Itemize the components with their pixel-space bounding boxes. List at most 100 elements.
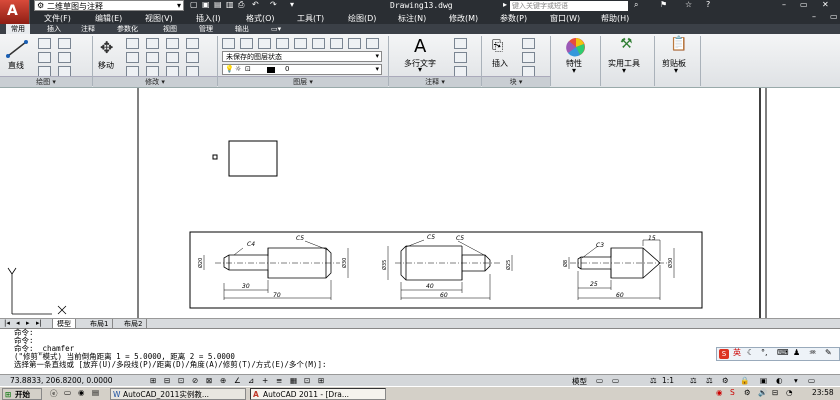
new-icon[interactable]: ▢ bbox=[190, 0, 198, 9]
tray-icon[interactable]: ◔ bbox=[786, 388, 793, 397]
layer-icon[interactable] bbox=[366, 38, 379, 49]
tab-parametric[interactable]: 参数化 bbox=[112, 24, 143, 34]
menu-tools[interactable]: 工具(T) bbox=[297, 13, 324, 24]
tab-insert[interactable]: 插入 bbox=[42, 24, 66, 34]
tab-nav-first-icon[interactable]: |◂ bbox=[4, 319, 10, 327]
layer-icon[interactable] bbox=[330, 38, 343, 49]
panel-modify[interactable]: 修改 ▾ bbox=[93, 76, 217, 87]
application-menu-button[interactable]: A bbox=[0, 0, 30, 24]
menu-help[interactable]: 帮助(H) bbox=[601, 13, 629, 24]
fillet-icon[interactable] bbox=[166, 52, 179, 63]
utilities-button[interactable]: ⚒ 实用工具 ▾ bbox=[604, 36, 650, 76]
drawing-canvas[interactable]: C4 C5 30 70 Ø20 Ø30 C5 C5 40 60 Ø35 Ø25 bbox=[0, 88, 840, 318]
sc-icon[interactable]: ⊞ bbox=[318, 376, 324, 385]
tab-manage[interactable]: 管理 bbox=[194, 24, 218, 34]
star-icon[interactable]: ☆ bbox=[685, 0, 692, 9]
annotation-scale[interactable]: 1:1 bbox=[662, 376, 674, 385]
undo-icon[interactable]: ↶ bbox=[252, 0, 259, 9]
isolate-objects-icon[interactable]: ◐ bbox=[776, 376, 783, 385]
offset-icon[interactable] bbox=[186, 52, 199, 63]
layer-icon[interactable] bbox=[276, 38, 289, 49]
annotation-scale-icon[interactable]: ⚖ bbox=[650, 376, 657, 385]
infocenter-icon[interactable]: ⚑ bbox=[660, 0, 667, 9]
layer-icon[interactable] bbox=[258, 38, 271, 49]
erase-icon[interactable] bbox=[166, 38, 179, 49]
3dosnap-icon[interactable]: ⊕ bbox=[220, 376, 226, 385]
tab-annotate[interactable]: 注释 bbox=[76, 24, 100, 34]
tray-icon[interactable]: ⊟ bbox=[772, 388, 778, 397]
user-icon[interactable]: ♟ bbox=[793, 349, 800, 357]
ducs-icon[interactable]: ⊿ bbox=[248, 376, 254, 385]
layer-properties-icon[interactable] bbox=[222, 38, 235, 49]
snap-icon[interactable]: ⊞ bbox=[150, 376, 156, 385]
circle-icon[interactable] bbox=[38, 52, 51, 63]
tray-icon[interactable]: 🔊 bbox=[758, 388, 767, 397]
panel-layers[interactable]: 图层 ▾ bbox=[218, 76, 388, 87]
layer-select[interactable]: 💡 ☼ ⊡ 0 ▾ bbox=[222, 64, 382, 75]
clipboard-button[interactable]: 📋 剪贴板 ▾ bbox=[658, 36, 698, 76]
ortho-icon[interactable]: ⊡ bbox=[178, 376, 184, 385]
polyline-icon[interactable] bbox=[38, 38, 51, 49]
tpy-icon[interactable]: ▦ bbox=[290, 376, 297, 385]
command-window[interactable]: 命令: 命令: 命令: _chamfer ("修剪"模式) 当前倒角距离 1 =… bbox=[0, 328, 840, 374]
tray-icon[interactable]: S bbox=[730, 388, 735, 397]
quick-view-drawings-icon[interactable]: ▭ bbox=[612, 376, 619, 385]
minimize-icon[interactable]: – bbox=[782, 0, 786, 9]
tab-view[interactable]: 视图 bbox=[158, 24, 182, 34]
taskbar-item-autocad[interactable]: A AutoCAD 2011 - [Dra... bbox=[250, 388, 386, 400]
show-desktop-icon[interactable]: ▭ bbox=[64, 388, 71, 397]
tray-icon[interactable]: ⚙ bbox=[744, 388, 751, 397]
menu-modify[interactable]: 修改(M) bbox=[449, 13, 478, 24]
insert-block-button[interactable]: ⎘ 插入 bbox=[486, 36, 516, 74]
start-button[interactable]: ⊞ 开始 bbox=[2, 388, 42, 400]
menu-window[interactable]: 窗口(W) bbox=[550, 13, 580, 24]
ime-toolbar[interactable]: S 英 ☾ °, ⌨ ♟ ♒ ✎ bbox=[716, 347, 840, 361]
line-button[interactable]: 直线 bbox=[2, 36, 32, 74]
qp-icon[interactable]: ⊡ bbox=[304, 376, 310, 385]
dimension-icon[interactable] bbox=[454, 38, 467, 49]
help-icon[interactable]: ? bbox=[706, 0, 710, 9]
media-icon[interactable]: ◉ bbox=[78, 388, 85, 397]
grid-icon[interactable]: ⊟ bbox=[164, 376, 170, 385]
saveas-icon[interactable]: ▥ bbox=[226, 0, 234, 9]
panel-block[interactable]: 块 ▾ bbox=[482, 76, 550, 87]
hardware-accel-icon[interactable]: ▣ bbox=[760, 376, 767, 385]
menu-file[interactable]: 文件(F) bbox=[44, 13, 71, 24]
doc-minimize-icon[interactable]: – bbox=[812, 12, 816, 21]
close-icon[interactable]: ✕ bbox=[822, 0, 829, 9]
osnap-icon[interactable]: ⊠ bbox=[206, 376, 212, 385]
panel-draw[interactable]: 绘图 ▾ bbox=[0, 76, 92, 87]
shirt-icon[interactable]: ♒ bbox=[809, 349, 816, 357]
menu-insert[interactable]: 插入(I) bbox=[196, 13, 221, 24]
mtext-button[interactable]: A 多行文字 ▾ bbox=[398, 36, 446, 74]
search-input[interactable]: 键入关键字或短语 bbox=[510, 1, 628, 11]
mirror-icon[interactable] bbox=[146, 52, 159, 63]
edit-block-icon[interactable] bbox=[522, 52, 535, 63]
workspace-select[interactable]: ⚙ 二维草图与注释 ▾ bbox=[34, 0, 184, 11]
create-block-icon[interactable] bbox=[522, 38, 535, 49]
tab-nav-prev-icon[interactable]: ◂ bbox=[16, 319, 20, 327]
otrack-icon[interactable]: ∠ bbox=[234, 376, 241, 385]
lwt-icon[interactable]: ≡ bbox=[276, 376, 282, 385]
menu-draw[interactable]: 绘图(D) bbox=[348, 13, 376, 24]
search-icon[interactable]: ⌕ bbox=[634, 0, 638, 10]
layer-state-select[interactable]: 未保存的图层状态 ▾ bbox=[222, 51, 382, 62]
model-space[interactable]: C4 C5 30 70 Ø20 Ø30 C5 C5 40 60 Ø35 Ø25 bbox=[0, 88, 840, 318]
layer-icon[interactable] bbox=[348, 38, 361, 49]
status-menu-icon[interactable]: ▾ bbox=[794, 376, 798, 385]
move-button[interactable]: ✥ 移动 bbox=[94, 36, 122, 74]
plot-icon[interactable]: ⎙ bbox=[238, 0, 244, 10]
redo-icon[interactable]: ↷ bbox=[270, 0, 277, 9]
dyn-icon[interactable]: + bbox=[262, 376, 268, 385]
save-icon[interactable]: ▤ bbox=[214, 0, 222, 9]
tab-nav-last-icon[interactable]: ▸| bbox=[36, 319, 42, 327]
copy-icon[interactable] bbox=[126, 52, 139, 63]
trim-icon[interactable] bbox=[146, 38, 159, 49]
properties-button[interactable]: 特性 ▾ bbox=[558, 36, 594, 76]
ie-icon[interactable]: ⓔ bbox=[50, 388, 58, 399]
tab-output[interactable]: 输出 bbox=[230, 24, 254, 34]
layer-icon[interactable] bbox=[240, 38, 253, 49]
hatch-icon[interactable] bbox=[58, 52, 71, 63]
folder-icon[interactable]: ▤ bbox=[92, 388, 99, 397]
qa-dropdown-icon[interactable]: ▾ bbox=[290, 0, 294, 9]
